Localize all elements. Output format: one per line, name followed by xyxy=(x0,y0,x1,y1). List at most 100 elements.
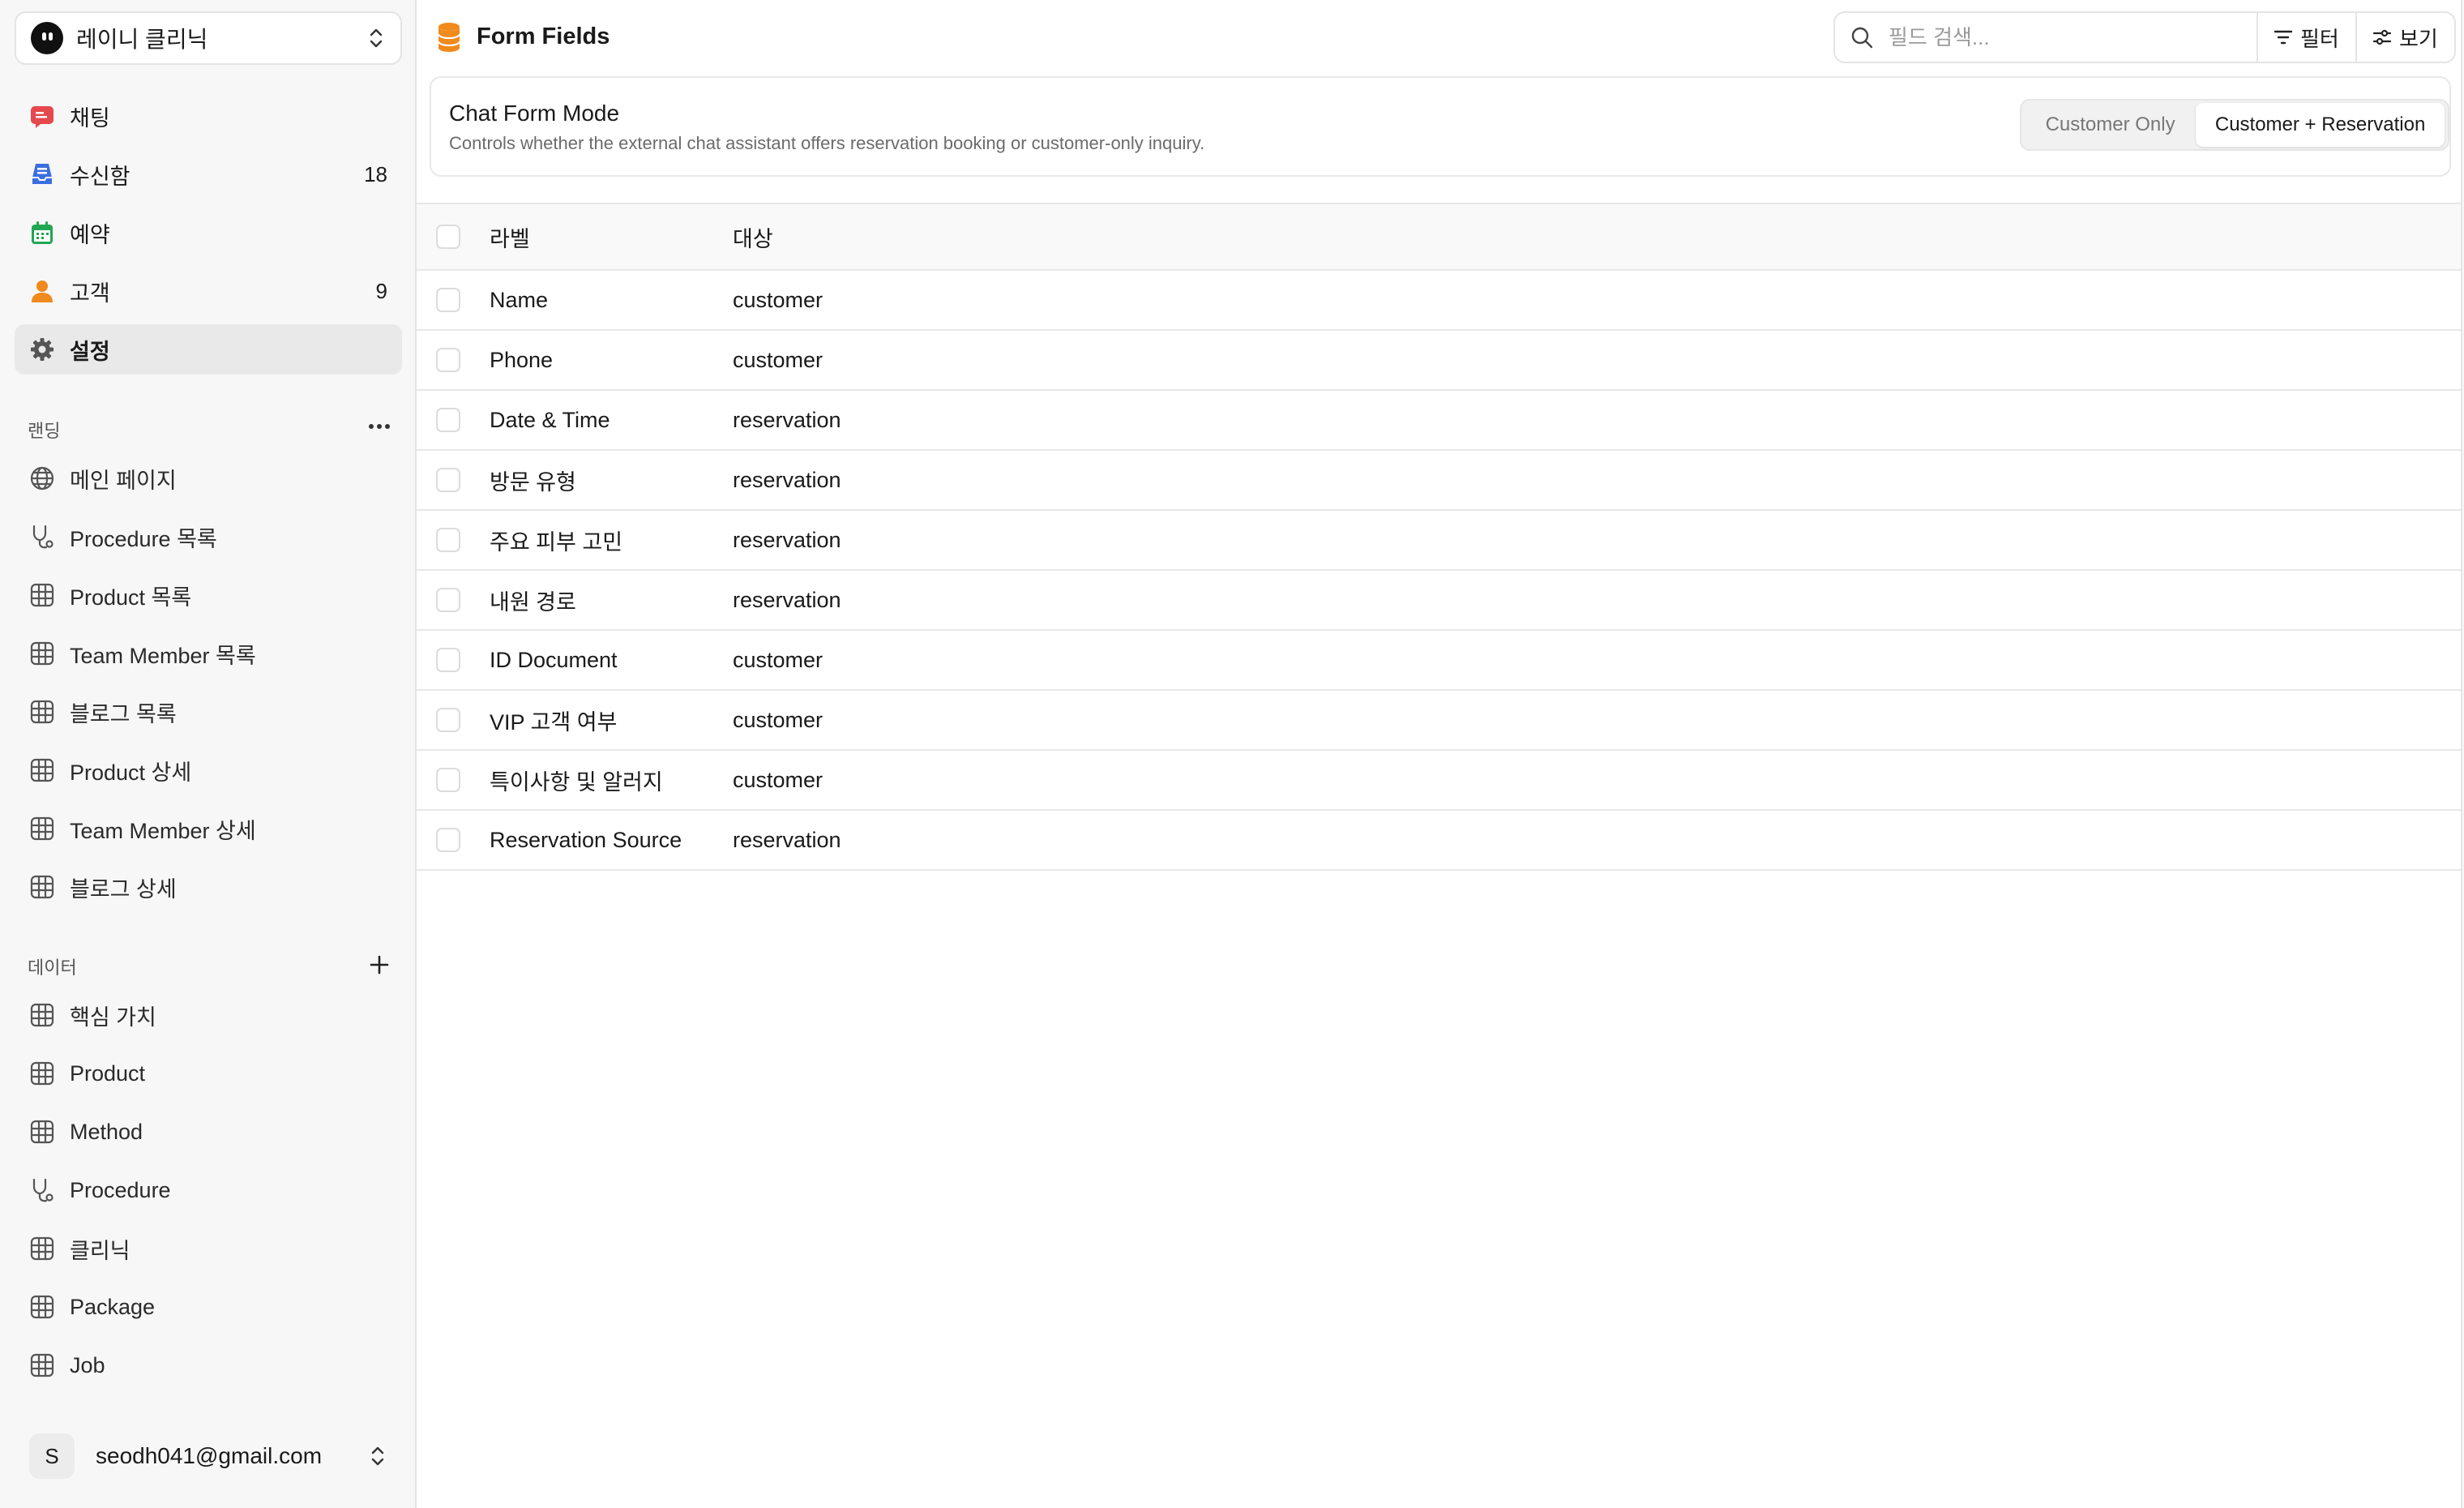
section-label-data: 데이터 xyxy=(28,957,77,978)
nav-item-label: 채팅 xyxy=(70,105,110,131)
row-checkbox[interactable] xyxy=(436,588,460,612)
more-options-button[interactable] xyxy=(363,413,396,439)
data-item[interactable]: Procedure xyxy=(15,1166,402,1215)
field-target: reservation xyxy=(733,467,841,492)
nav-item-reservation[interactable]: 예약 xyxy=(15,208,402,258)
chat-form-mode-card: Chat Form Mode Controls whether the exte… xyxy=(430,76,2451,177)
landing-item[interactable]: Product 상세 xyxy=(15,746,402,795)
add-data-button[interactable] xyxy=(363,952,396,978)
row-checkbox[interactable] xyxy=(436,348,460,372)
workspace-name: 레이니 클리닉 xyxy=(76,27,208,52)
table-row[interactable]: ID Document customer xyxy=(417,631,2461,691)
data-item[interactable]: 클리닉 xyxy=(15,1224,402,1273)
landing-item[interactable]: Team Member 목록 xyxy=(15,629,402,678)
filter-button-label: 필터 xyxy=(2300,26,2339,51)
database-icon xyxy=(437,23,461,52)
search-box xyxy=(1835,13,2258,62)
chevron-up-down-icon xyxy=(370,28,383,48)
data-item-label: Procedure xyxy=(70,1177,171,1202)
table-row[interactable]: Phone customer xyxy=(417,331,2461,391)
row-checkbox[interactable] xyxy=(436,468,460,492)
data-item[interactable]: Method xyxy=(15,1107,402,1156)
data-item[interactable]: Product xyxy=(15,1049,402,1098)
landing-item[interactable]: Product 목록 xyxy=(15,571,402,619)
landing-item-label: 메인 페이지 xyxy=(70,468,177,493)
table-row[interactable]: 특이사항 및 알러지 customer xyxy=(417,751,2461,811)
field-label: 주요 피부 고민 xyxy=(490,529,623,555)
landing-item[interactable]: 블로그 상세 xyxy=(15,863,402,911)
field-label: 방문 유형 xyxy=(490,469,576,495)
nav-item-label: 예약 xyxy=(70,222,110,247)
landing-item[interactable]: Procedure 목록 xyxy=(15,512,402,561)
avatar: S xyxy=(29,1433,75,1479)
nav-item-inbox[interactable]: 수신함 18 xyxy=(15,149,402,199)
data-item-label: Product xyxy=(70,1060,146,1086)
filter-button[interactable]: 필터 xyxy=(2258,13,2357,62)
nav-item-settings[interactable]: 설정 xyxy=(15,324,402,375)
search-input[interactable] xyxy=(1889,24,2197,50)
workspace-logo xyxy=(31,22,63,54)
table-row[interactable]: Name customer xyxy=(417,271,2461,331)
filter-icon xyxy=(2274,30,2293,45)
table-icon xyxy=(29,1119,55,1145)
person-icon xyxy=(29,278,55,304)
field-label: VIP 고객 여부 xyxy=(490,709,618,735)
nav-item-customers[interactable]: 고객 9 xyxy=(15,266,402,316)
table-row[interactable]: 방문 유형 reservation xyxy=(417,451,2461,511)
view-button[interactable]: 보기 xyxy=(2357,13,2454,62)
mode-option-customer-only[interactable]: Customer Only xyxy=(2025,103,2196,147)
landing-item[interactable]: Team Member 상세 xyxy=(15,804,402,853)
row-checkbox[interactable] xyxy=(436,288,460,312)
field-target: customer xyxy=(733,647,823,672)
nav-item-label: 수신함 xyxy=(70,164,130,189)
landing-item[interactable]: 메인 페이지 xyxy=(15,454,402,503)
landing-item[interactable]: 블로그 목록 xyxy=(15,688,402,736)
table-row[interactable]: 내원 경로 reservation xyxy=(417,571,2461,631)
view-button-label: 보기 xyxy=(2399,26,2438,51)
column-header-target: 대상 xyxy=(733,226,773,251)
ellipsis-icon xyxy=(369,424,390,429)
user-menu[interactable]: S seodh041@gmail.com xyxy=(15,1429,402,1484)
row-checkbox[interactable] xyxy=(436,768,460,792)
table-icon xyxy=(29,699,55,725)
inbox-icon xyxy=(29,161,55,187)
row-checkbox[interactable] xyxy=(436,648,460,672)
select-all-checkbox[interactable] xyxy=(436,225,460,249)
table-icon xyxy=(29,816,55,842)
calendar-icon xyxy=(29,220,55,246)
data-item[interactable]: 핵심 가치 xyxy=(15,991,402,1039)
field-target: customer xyxy=(733,347,823,372)
table-icon xyxy=(29,757,55,783)
landing-item-label: Product 목록 xyxy=(70,585,192,610)
mode-description: Controls whether the external chat assis… xyxy=(449,133,1205,153)
row-checkbox[interactable] xyxy=(436,408,460,432)
table-row[interactable]: VIP 고객 여부 customer xyxy=(417,691,2461,751)
data-item-label: 클리닉 xyxy=(70,1238,130,1263)
table-header: 라벨 대상 xyxy=(417,203,2461,271)
main-panel: Form Fields 필터 보기 Chat Form Mode Control… xyxy=(415,0,2462,1508)
row-checkbox[interactable] xyxy=(436,828,460,852)
workspace-switcher[interactable]: 레이니 클리닉 xyxy=(15,11,402,65)
field-label: Name xyxy=(490,287,549,312)
landing-item-label: Team Member 목록 xyxy=(70,643,256,668)
data-item[interactable]: Package xyxy=(15,1283,402,1331)
table-row[interactable]: 주요 피부 고민 reservation xyxy=(417,511,2461,571)
table-row[interactable]: Reservation Source reservation xyxy=(417,811,2461,871)
chevron-up-down-icon xyxy=(371,1446,384,1466)
data-item[interactable]: Job xyxy=(15,1341,402,1390)
sliders-icon xyxy=(2372,29,2392,45)
row-checkbox[interactable] xyxy=(436,528,460,552)
table-body: Name customer Phone customer Date & Time rese… xyxy=(417,271,2461,871)
data-item-label: Method xyxy=(70,1119,143,1144)
field-label: Phone xyxy=(490,347,554,372)
landing-item-label: 블로그 목록 xyxy=(70,701,177,726)
row-checkbox[interactable] xyxy=(436,708,460,732)
nav-item-chat[interactable]: 채팅 xyxy=(15,91,402,141)
table-icon xyxy=(29,640,55,666)
mode-option-customer-reservation[interactable]: Customer + Reservation xyxy=(2196,103,2445,147)
table-row[interactable]: Date & Time reservation xyxy=(417,391,2461,451)
field-target: customer xyxy=(733,767,823,792)
nav-item-label: 설정 xyxy=(70,339,110,364)
form-fields-table: 라벨 대상 Name customer Phone customer Date & Ti… xyxy=(417,203,2461,871)
landing-item-label: Product 상세 xyxy=(70,760,192,785)
